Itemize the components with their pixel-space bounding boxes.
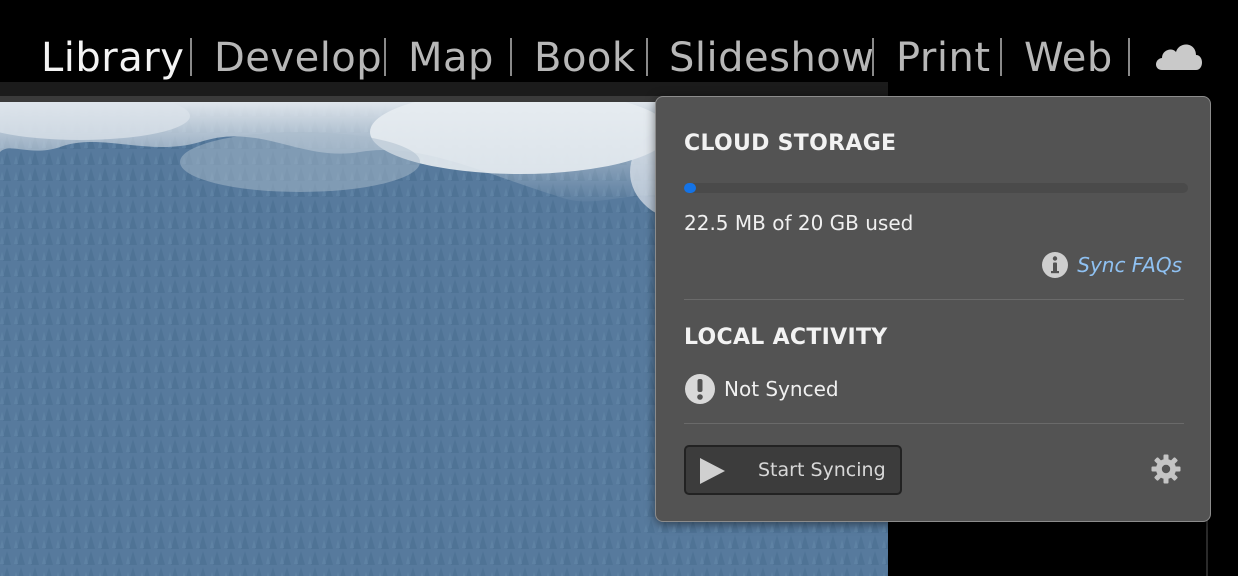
module-print[interactable]: Print	[896, 32, 991, 84]
cloud-sync-popover: CLOUD STORAGE 22.5 MB of 20 GB used Sync…	[655, 96, 1211, 522]
local-activity-heading: LOCAL ACTIVITY	[684, 325, 888, 350]
module-book[interactable]: Book	[534, 32, 636, 84]
module-slideshow[interactable]: Slideshow	[669, 32, 875, 84]
gear-icon[interactable]	[1150, 453, 1182, 489]
warning-icon	[685, 374, 715, 404]
sync-status-text: Not Synced	[724, 377, 839, 401]
cloud-icon[interactable]	[1152, 36, 1204, 76]
module-web[interactable]: Web	[1024, 32, 1113, 84]
module-map[interactable]: Map	[408, 32, 494, 84]
module-separator	[872, 38, 874, 76]
divider	[684, 299, 1184, 300]
start-syncing-label: Start Syncing	[758, 459, 886, 481]
storage-usage-text: 22.5 MB of 20 GB used	[684, 211, 914, 235]
module-separator	[1000, 38, 1002, 76]
module-separator	[510, 38, 512, 76]
storage-usage-fill	[684, 183, 696, 193]
module-separator	[384, 38, 386, 76]
start-syncing-button[interactable]: Start Syncing	[684, 445, 902, 495]
module-picker: Library Develop Map Book Slideshow Print…	[0, 0, 1238, 88]
module-separator	[646, 38, 648, 76]
play-icon	[700, 458, 725, 484]
sync-faqs-label[interactable]: Sync FAQs	[1077, 253, 1182, 277]
info-icon	[1042, 252, 1069, 278]
module-library[interactable]: Library	[41, 32, 184, 84]
sync-faqs-link[interactable]: Sync FAQs	[1041, 249, 1182, 281]
module-separator	[190, 38, 192, 76]
module-separator	[1128, 38, 1130, 76]
sync-status: Not Synced	[684, 373, 839, 405]
module-develop[interactable]: Develop	[214, 32, 382, 84]
cloud-storage-heading: CLOUD STORAGE	[684, 131, 897, 156]
divider	[684, 423, 1184, 424]
storage-usage-bar	[684, 183, 1188, 193]
